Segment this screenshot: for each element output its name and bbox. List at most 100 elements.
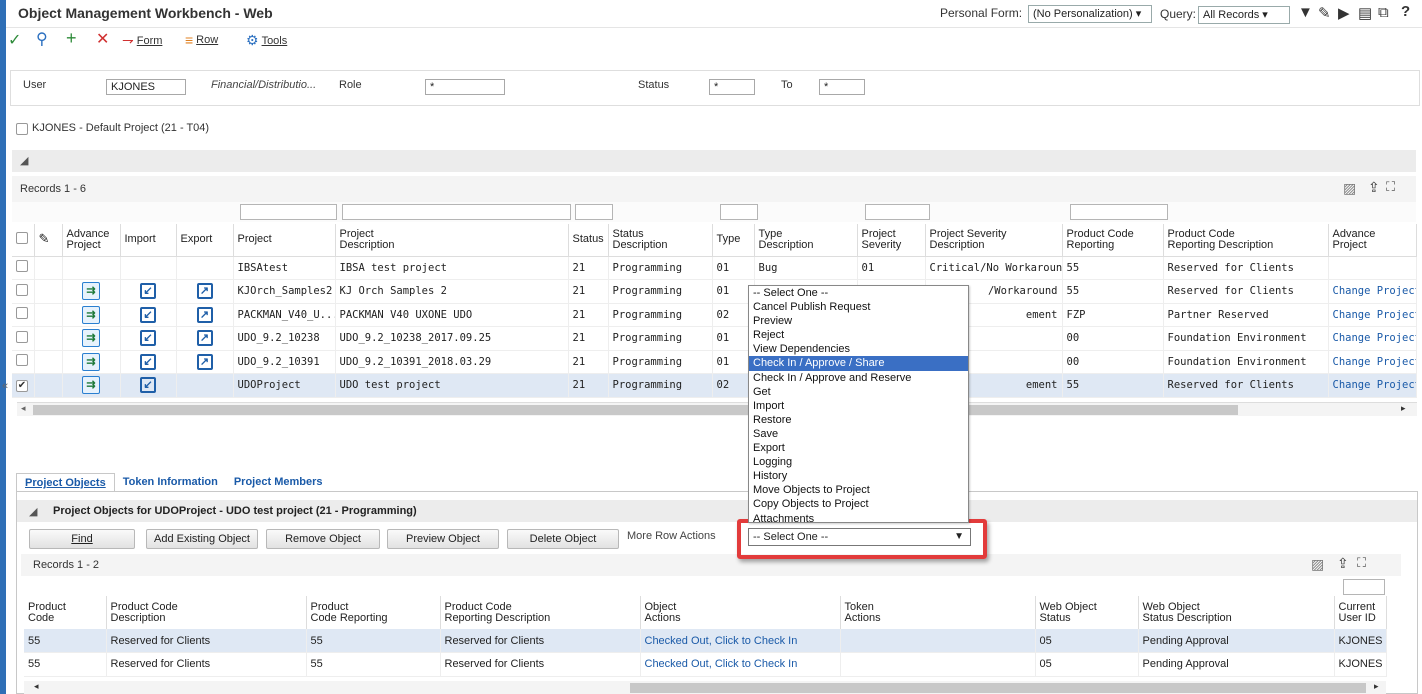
col-type[interactable]: Type (712, 224, 755, 256)
tab-token-information[interactable]: Token Information (115, 473, 226, 491)
search-icon[interactable]: ⚲ (36, 29, 48, 49)
default-project-checkbox[interactable] (16, 123, 28, 135)
table-row[interactable]: 55 Reserved for Clients 55 Reserved for … (24, 652, 1387, 677)
grid-format-icon[interactable]: ▨ (1343, 180, 1356, 197)
help-icon[interactable]: ? (1401, 3, 1410, 20)
tab-project-objects[interactable]: Project Objects (16, 473, 115, 491)
grid-format-icon[interactable]: ▨ (1311, 556, 1324, 573)
import-icon[interactable]: ↙ (140, 330, 156, 347)
query-select[interactable]: All Records ▾ (1198, 6, 1290, 24)
col-product-code-reporting-description[interactable]: Product Code Reporting Description (1163, 224, 1329, 256)
change-project-link[interactable] (1328, 256, 1417, 280)
scrollbar-thumb[interactable] (33, 405, 1238, 415)
change-project-link[interactable]: Change Project (1328, 350, 1417, 374)
filter-product-code-reporting[interactable] (1070, 204, 1168, 220)
dropdown-option[interactable]: Logging (749, 455, 968, 469)
project-cell[interactable]: PACKMAN_V40_U... (233, 303, 336, 327)
row-checkbox[interactable] (16, 283, 28, 296)
table-row[interactable]: 55 Reserved for Clients 55 Reserved for … (24, 629, 1387, 653)
dropdown-option[interactable]: View Dependencies (749, 342, 968, 356)
dropdown-option[interactable]: -- Select One -- (749, 286, 968, 300)
tab-project-members[interactable]: Project Members (226, 473, 331, 491)
collapse-side-icon[interactable]: « (2, 380, 8, 392)
change-project-link[interactable]: Change Project (1328, 373, 1417, 398)
export-icon[interactable]: ↗ (196, 283, 213, 300)
collapse-triangle-icon[interactable]: ◢ (20, 154, 28, 167)
filter-current-user[interactable] (1343, 579, 1385, 595)
scrollbar-thumb[interactable] (630, 683, 1366, 693)
table-row-selected[interactable]: ⇉ ↙ UDOProject UDO test project 21 Progr… (12, 373, 1417, 398)
status-to-input[interactable]: * (819, 79, 865, 95)
export-upload-icon[interactable]: ⇪ (1368, 179, 1380, 196)
filter-project[interactable] (240, 204, 337, 220)
scroll-right-icon[interactable]: ▸ (1401, 403, 1406, 414)
dropdown-option[interactable]: Preview (749, 314, 968, 328)
col-token-actions[interactable]: Token Actions (840, 596, 1036, 629)
col-current-user[interactable]: Current User ID (1334, 596, 1387, 629)
find-button[interactable]: Find (29, 529, 135, 549)
change-project-link[interactable]: Change Project (1328, 303, 1417, 327)
dropdown-option[interactable]: Save (749, 427, 968, 441)
add-existing-object-button[interactable]: Add Existing Object (146, 529, 258, 549)
col-project-severity[interactable]: Project Severity (857, 224, 926, 256)
col-product-code-description[interactable]: Product Code Description (106, 596, 307, 629)
dropdown-option[interactable]: Reject (749, 328, 968, 342)
dropdown-option[interactable]: Cancel Publish Request (749, 300, 968, 314)
advance-project-icon[interactable]: ⇉ (82, 376, 100, 395)
dropdown-option[interactable]: Restore (749, 413, 968, 427)
close-icon[interactable]: ✕ (96, 29, 109, 49)
maximize-icon[interactable]: ⛶ (1386, 179, 1395, 195)
row-checkbox[interactable] (16, 260, 28, 273)
copy-icon[interactable]: ⧉ (1378, 4, 1389, 21)
filter-project-severity[interactable] (865, 204, 930, 220)
advance-project-icon[interactable]: ⇉ (82, 282, 100, 301)
col-project-severity-description[interactable]: Project Severity Description (925, 224, 1063, 256)
ok-check-icon[interactable]: ✓ (8, 30, 21, 50)
filter-type[interactable] (720, 204, 758, 220)
table-row[interactable]: ⇉ ↙ ↗ PACKMAN_V40_U... PACKMAN V40 UXONE… (12, 303, 1417, 327)
advance-project-icon[interactable]: ⇉ (82, 352, 100, 371)
col-import[interactable]: Import (120, 224, 177, 256)
row-checkbox[interactable] (16, 354, 28, 367)
table-row[interactable]: ⇉ ↙ ↗ UDO_9.2_10391 UDO_9.2_10391_2018.0… (12, 350, 1417, 374)
dropdown-option[interactable]: Check In / Approve and Reserve (749, 371, 968, 385)
table-row[interactable]: ⇉ ↙ ↗ UDO_9.2_10238 UDO_9.2_10238_2017.0… (12, 326, 1417, 351)
scroll-left-icon[interactable]: ◂ (21, 403, 26, 414)
col-product-code-reporting[interactable]: Product Code Reporting (306, 596, 441, 629)
form-menu[interactable]: ⇁ Form (122, 32, 162, 49)
import-icon[interactable]: ↙ (140, 377, 156, 394)
preview-object-button[interactable]: Preview Object (387, 529, 499, 549)
dropdown-option[interactable]: Import (749, 399, 968, 413)
change-project-link[interactable]: Change Project (1328, 326, 1417, 351)
delete-object-button[interactable]: Delete Object (507, 529, 619, 549)
maximize-icon[interactable]: ⛶ (1357, 555, 1366, 571)
dropdown-option[interactable]: Attachments (749, 512, 968, 523)
export-icon[interactable]: ↗ (196, 306, 213, 323)
dropdown-option[interactable]: Copy Objects to Project (749, 497, 968, 511)
dropdown-option[interactable]: History (749, 469, 968, 483)
scroll-right-icon[interactable]: ▸ (1374, 681, 1379, 692)
scroll-left-icon[interactable]: ◂ (34, 681, 39, 692)
grid-horizontal-scrollbar[interactable]: ◂ ▸ (17, 402, 1417, 416)
lower-horizontal-scrollbar[interactable]: ◂ ▸ (24, 681, 1386, 694)
col-pcr-description[interactable]: Product Code Reporting Description (440, 596, 641, 629)
advance-project-icon[interactable]: ⇉ (82, 305, 100, 324)
project-cell[interactable]: KJOrch_Samples2 (233, 279, 336, 304)
import-icon[interactable]: ↙ (140, 283, 156, 300)
col-web-object-status[interactable]: Web Object Status (1035, 596, 1139, 629)
col-advance-project-2[interactable]: Advance Project (1328, 224, 1417, 256)
table-row[interactable]: IBSAtest IBSA test project 21 Programmin… (12, 256, 1417, 280)
row-checkbox[interactable] (16, 330, 28, 343)
dropdown-option[interactable]: Move Objects to Project (749, 483, 968, 497)
dropdown-option-highlighted[interactable]: Check In / Approve / Share (749, 356, 968, 371)
col-project[interactable]: Project (233, 224, 336, 256)
role-input[interactable]: * (425, 79, 505, 95)
change-project-link[interactable]: Change Project (1328, 279, 1417, 304)
object-actions-link[interactable]: Checked Out, Click to Check In (640, 629, 841, 653)
col-product-code[interactable]: Product Code (24, 596, 107, 629)
import-icon[interactable]: ↙ (140, 306, 156, 323)
col-status[interactable]: Status (568, 224, 609, 256)
col-object-actions[interactable]: Object Actions (640, 596, 841, 629)
add-icon[interactable]: + (66, 28, 77, 49)
personal-form-select[interactable]: (No Personalization) ▾ (1028, 5, 1152, 23)
